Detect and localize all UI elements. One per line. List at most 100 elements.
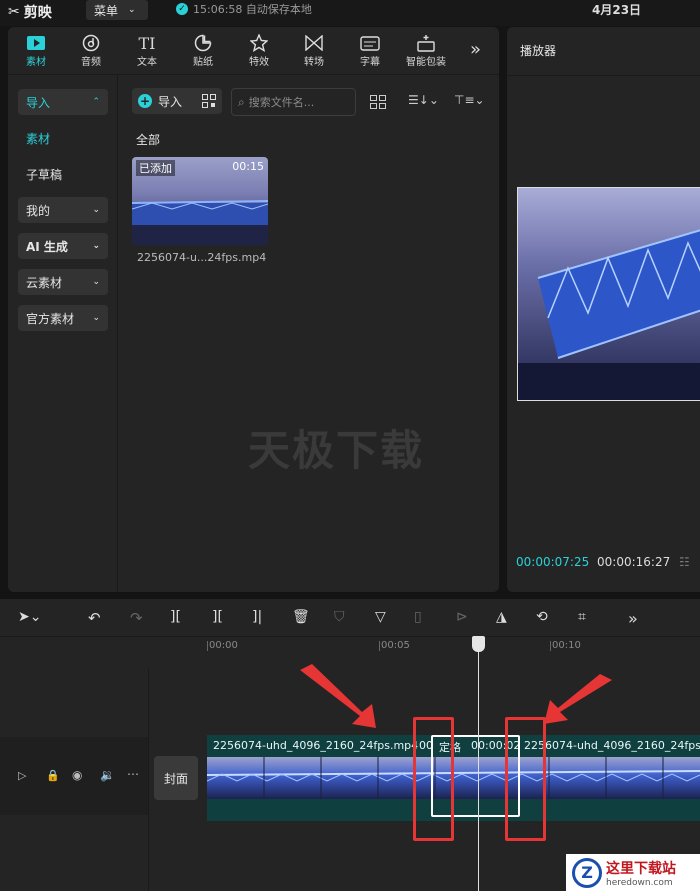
divider [148,669,149,891]
timeline-panel: ➤⌄ ↶ ↷ ][ ][ ]| 🗑 ⛉ ▽ ▯ ⊳ ◮ ⟲ ⌗ » 00:00 … [0,599,700,891]
crop-frame-button[interactable]: ▯ [414,609,422,625]
marker-button[interactable]: ⛉ [334,609,345,625]
ruler-label: 00:10 [552,640,581,651]
redo-button[interactable]: ↷ [130,609,143,627]
qr-code-icon [202,94,217,108]
ruler-tick [207,641,208,651]
video-preview[interactable] [517,187,700,401]
sidebar-item-official[interactable]: 官方素材 ⌄ [18,305,108,331]
timeline-toolbar: ➤⌄ ↶ ↷ ][ ][ ]| 🗑 ⛉ ▽ ▯ ⊳ ◮ ⟲ ⌗ » [0,599,700,637]
site-url: heredown.com [606,877,673,888]
tab-audio[interactable]: 音频 [66,33,116,68]
tab-transition[interactable]: 转场 [289,33,339,68]
smart-package-icon [417,35,435,52]
filter-icon: ⊤≡⌄ [454,93,485,107]
thumb-duration: 00:15 [232,160,264,173]
split-icon: ][ [170,609,181,625]
divider [507,75,700,76]
site-badge: Z 这里下载站 heredown.com [566,854,700,891]
more-icon[interactable]: ⋯ [127,767,139,781]
ruler-label: 00:05 [381,640,410,651]
sidebar-item-import[interactable]: 导入 ⌃ [18,89,108,115]
filter-button[interactable]: ⊤≡⌄ [454,93,485,107]
eye-icon[interactable]: ◉ [72,768,82,782]
import-button[interactable]: + 导入 [132,88,222,114]
split-right-button[interactable]: ]| [252,609,262,625]
chevron-down-icon: ⌄ [92,241,100,251]
ruler-tick [550,641,551,651]
media-sidebar: 导入 ⌃ 素材 子草稿 我的 ⌄ AI 生成 ⌄ 云素材 ⌄ 官方素材 ⌄ [8,75,118,592]
grid-view-icon[interactable] [370,95,386,109]
project-date: 4月23日 [592,3,642,17]
time-ruler[interactable]: 00:00 00:05 00:10 [150,637,700,659]
sidebar-item-cloud[interactable]: 云素材 ⌄ [18,269,108,295]
transition-icon [305,35,323,51]
frame-list-icon[interactable]: ☷ [679,555,690,569]
added-tag: 已添加 [136,160,175,176]
media-file-name: 2256074-u...24fps.mp4 [137,251,267,264]
current-time: 00:00:07:25 [516,555,590,569]
media-play-icon [27,36,45,50]
split-right-icon: ]| [252,609,263,625]
chevron-down-icon: ⌄ [92,313,100,323]
site-logo-icon: Z [572,857,602,888]
menu-button[interactable]: 菜单 ⌄ [86,0,148,20]
delete-button[interactable]: 🗑 [292,609,310,625]
playhead-handle[interactable] [472,636,485,652]
sidebar-item-ai[interactable]: AI 生成 ⌄ [18,233,108,259]
track-video-icon: ▷ [18,769,27,782]
player-title: 播放器 [520,44,557,58]
media-thumbnail[interactable]: 已添加 00:15 [132,157,268,245]
plus-circle-icon: + [138,94,152,108]
sort-button[interactable]: ☰↓⌄ [408,93,439,107]
more-tools-button[interactable]: » [470,39,481,60]
search-input[interactable]: ⌕ 搜索文件名... [231,88,356,116]
tab-text[interactable]: TI 文本 [122,33,172,69]
top-bar: ✂ 剪映 菜单 ⌄ ✓ 15:06:58 自动保存本地 4月23日 [0,0,700,26]
sidebar-item-material[interactable]: 素材 [18,125,108,151]
select-tool-button[interactable]: ➤⌄ [18,609,41,625]
watermark-text: 天极下载 [248,426,425,475]
media-panel: 素材 音频 TI 文本 贴纸 特效 转场 字幕 智能包装 » 导入 ⌃ 素材 子… [8,27,499,592]
rotate-button[interactable]: ⟲ [536,609,548,625]
tab-effects[interactable]: 特效 [234,33,284,68]
sticker-icon [194,34,212,52]
search-icon: ⌕ [238,94,245,109]
volume-icon[interactable]: 🔉 [100,768,115,782]
freeze-frame-icon: ▽ [375,609,386,625]
tab-smart-package[interactable]: 智能包装 [399,33,453,68]
undo-button[interactable]: ↶ [88,609,101,627]
lock-icon[interactable]: 🔒 [46,769,60,782]
mirror-icon: ◮ [496,609,507,625]
total-time: 00:00:16:27 [597,555,671,569]
split-button[interactable]: ][ [170,609,181,625]
sidebar-item-mine[interactable]: 我的 ⌄ [18,197,108,223]
capcut-logo-icon: ✂ [8,4,20,20]
player-panel: 播放器 00:00:07:25 00:00:16:27 ☷ [507,27,700,592]
bridge-preview-frame [518,188,700,400]
more-tools-button[interactable]: » [628,609,638,628]
sidebar-item-sub-draft[interactable]: 子草稿 [18,161,108,187]
split-left-button[interactable]: ][ [212,609,223,625]
double-chevron-right-icon: » [470,39,482,60]
crop-icon: ⌗ [578,609,586,625]
effects-star-icon [250,34,268,52]
mirror-button[interactable]: ◮ [496,609,507,625]
subtitle-icon [360,35,380,51]
autosave-status: ✓ 15:06:58 自动保存本地 [176,1,312,17]
annotation-box-left [413,717,454,841]
tab-sticker[interactable]: 贴纸 [178,33,228,68]
crop-button[interactable]: ⌗ [578,609,586,625]
play-reverse-button[interactable]: ⊳ [456,609,468,625]
undo-icon: ↶ [88,609,101,627]
circle-play-icon: ⊳ [456,609,468,625]
ruler-label: 00:00 [209,640,238,651]
freeze-button[interactable]: ▽ [375,609,386,625]
tab-media[interactable]: 素材 [11,33,61,68]
chevron-down-icon: ⌄ [92,277,100,287]
shield-icon: ⛉ [334,609,345,625]
audio-icon [82,34,100,52]
tab-subtitle[interactable]: 字幕 [345,33,395,68]
app-logo: ✂ 剪映 [8,4,52,21]
cover-button[interactable]: 封面 [154,756,198,800]
